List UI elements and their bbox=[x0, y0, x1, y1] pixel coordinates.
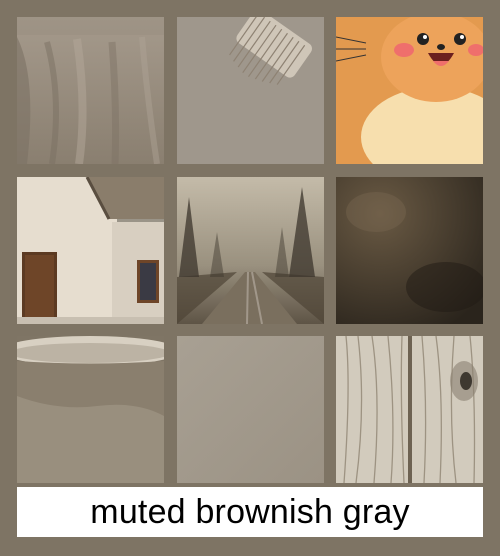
tile-wood-planks bbox=[336, 336, 483, 483]
cartoon-cat-image bbox=[336, 17, 483, 164]
cottage-image bbox=[17, 177, 164, 324]
tile-foggy-road bbox=[177, 177, 324, 324]
dark-texture-image bbox=[336, 177, 483, 324]
caption-bar: muted brownish gray bbox=[17, 487, 483, 537]
tile-ceramic-cup bbox=[17, 336, 164, 483]
tile-paintbrush bbox=[177, 17, 324, 164]
paintbrush-image bbox=[177, 17, 324, 164]
tile-draped-fabric bbox=[17, 17, 164, 164]
tile-cottage bbox=[17, 177, 164, 324]
draped-fabric-image bbox=[17, 17, 164, 164]
tile-cartoon-cat bbox=[336, 17, 483, 164]
wood-planks-image bbox=[336, 336, 483, 483]
tile-dark-texture bbox=[336, 177, 483, 324]
tile-plain-gradient bbox=[177, 336, 324, 483]
foggy-road-image bbox=[177, 177, 324, 324]
ceramic-cup-image bbox=[17, 336, 164, 483]
plain-gradient-image bbox=[177, 336, 324, 483]
caption-text: muted brownish gray bbox=[90, 492, 410, 531]
